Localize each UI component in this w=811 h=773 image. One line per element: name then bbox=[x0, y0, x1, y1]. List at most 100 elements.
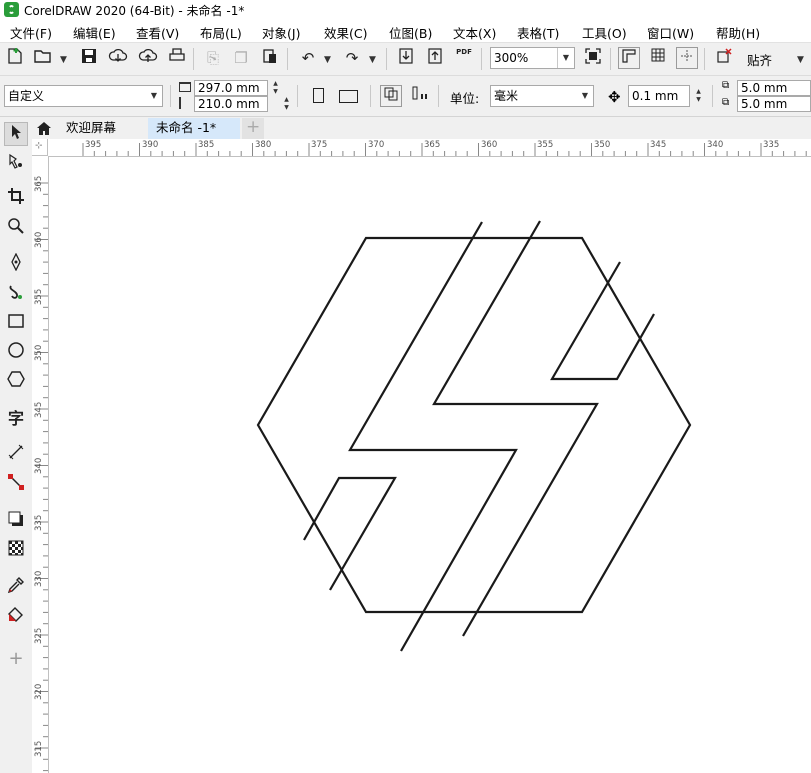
snap-off-icon[interactable] bbox=[713, 47, 735, 69]
paste-icon[interactable] bbox=[259, 47, 281, 69]
new-tab-plus-icon[interactable]: + bbox=[242, 118, 264, 139]
v-ruler-label: 330 bbox=[34, 570, 44, 587]
duplicate-distance-y-input[interactable]: 5.0 mm bbox=[737, 96, 811, 112]
home-icon[interactable] bbox=[34, 118, 56, 139]
page-height-input[interactable]: 210.0 mm bbox=[194, 96, 268, 112]
menu-table[interactable]: 表格(T) bbox=[517, 23, 559, 42]
freehand-tool-icon[interactable] bbox=[4, 252, 28, 277]
page-width-spinner-icon[interactable]: ▲ ▼ bbox=[269, 80, 282, 96]
menu-bitmaps[interactable]: 位图(B) bbox=[389, 23, 432, 42]
show-rulers-icon[interactable] bbox=[618, 47, 640, 69]
h-ruler-label: 380 bbox=[255, 140, 272, 150]
open-folder-icon[interactable] bbox=[32, 47, 54, 69]
vertical-ruler[interactable]: 365 360 355 350 345 340 335 330 325 320 … bbox=[32, 156, 49, 773]
toolbar-divider bbox=[386, 48, 387, 70]
crop-tool-icon[interactable] bbox=[4, 187, 28, 211]
shape-tool-icon[interactable] bbox=[4, 152, 28, 176]
s-shape-path[interactable] bbox=[432, 220, 599, 637]
all-pages-icon[interactable] bbox=[380, 85, 402, 107]
portrait-orientation-icon[interactable] bbox=[313, 88, 324, 103]
toolbox: 字 + bbox=[0, 117, 33, 773]
landscape-orientation-icon[interactable] bbox=[339, 90, 358, 103]
menu-edit[interactable]: 编辑(E) bbox=[73, 23, 116, 42]
connector-tool-icon[interactable] bbox=[4, 473, 28, 497]
tab-welcome-screen[interactable]: 欢迎屏幕 bbox=[58, 118, 146, 139]
show-guidelines-icon[interactable] bbox=[676, 47, 698, 69]
transparency-tool-icon[interactable] bbox=[4, 539, 28, 563]
pick-tool-icon[interactable] bbox=[4, 122, 28, 146]
color-eyedropper-tool-icon[interactable] bbox=[4, 576, 28, 600]
parallel-dimension-tool-icon[interactable] bbox=[4, 443, 28, 467]
copy-icon[interactable]: ❐ bbox=[230, 47, 252, 69]
menu-view[interactable]: 查看(V) bbox=[136, 23, 179, 42]
v-ruler-label: 340 bbox=[34, 457, 44, 474]
nudge-spinner-icon[interactable]: ▲ ▼ bbox=[692, 88, 705, 104]
nudge-distance-input[interactable]: 0.1 mm bbox=[628, 85, 690, 107]
save-icon[interactable] bbox=[78, 47, 100, 69]
new-document-icon[interactable] bbox=[4, 47, 26, 69]
print-icon[interactable] bbox=[166, 47, 188, 69]
import-icon[interactable] bbox=[395, 47, 417, 69]
units-label: 单位: bbox=[450, 91, 480, 106]
rectangle-tool-icon[interactable] bbox=[4, 312, 28, 336]
menu-tools[interactable]: 工具(O) bbox=[582, 23, 627, 42]
interactive-fill-tool-icon[interactable] bbox=[4, 606, 28, 630]
zoom-dropdown-chevron-icon[interactable]: ▼ bbox=[557, 48, 574, 68]
duplicate-distance-x-input[interactable]: 5.0 mm bbox=[737, 80, 811, 96]
full-screen-icon[interactable] bbox=[582, 47, 604, 69]
menu-layout[interactable]: 布局(L) bbox=[200, 23, 242, 42]
text-tool-icon[interactable]: 字 bbox=[4, 407, 28, 431]
drop-shadow-tool-icon[interactable] bbox=[4, 510, 28, 534]
publish-pdf-icon[interactable]: PDF bbox=[453, 47, 475, 69]
undo-dropdown-chevron-icon[interactable]: ▼ bbox=[324, 55, 331, 65]
artistic-media-tool-icon[interactable] bbox=[4, 283, 28, 307]
menu-object[interactable]: 对象(J) bbox=[262, 23, 300, 42]
undo-icon[interactable]: ↶ bbox=[297, 47, 319, 69]
zoom-level-value: 300% bbox=[494, 51, 529, 65]
page-preset-dropdown-chevron-icon[interactable]: ▼ bbox=[146, 86, 162, 106]
hexagon-outline[interactable] bbox=[256, 236, 692, 614]
drawing-canvas[interactable] bbox=[49, 157, 811, 773]
tab-untitled-document[interactable]: 未命名 -1* bbox=[148, 118, 240, 139]
export-icon[interactable] bbox=[424, 47, 446, 69]
menu-help[interactable]: 帮助(H) bbox=[716, 23, 760, 42]
page-height-spinner-icon[interactable]: ▲ ▼ bbox=[280, 96, 293, 112]
add-tool-plus-icon[interactable]: + bbox=[4, 647, 28, 671]
cut-icon[interactable]: ⎘ bbox=[202, 47, 224, 69]
ellipse-tool-icon[interactable] bbox=[4, 341, 28, 365]
toolbar-divider bbox=[610, 48, 611, 70]
horizontal-ruler[interactable]: 395 390 385 380 375 370 365 360 355 350 … bbox=[48, 139, 811, 157]
page-size-preset-select[interactable]: 自定义 ▼ bbox=[4, 85, 163, 107]
ruler-origin-corner[interactable]: ⊹ bbox=[32, 139, 48, 156]
zoom-tool-icon[interactable] bbox=[4, 217, 28, 241]
menu-window[interactable]: 窗口(W) bbox=[647, 23, 694, 42]
polygon-tool-icon[interactable] bbox=[4, 370, 28, 394]
menu-file[interactable]: 文件(F) bbox=[10, 23, 52, 42]
units-select[interactable]: 毫米 ▼ bbox=[490, 85, 594, 107]
h-ruler-label: 335 bbox=[763, 140, 780, 150]
snap-to-label[interactable]: 贴齐 bbox=[747, 50, 772, 69]
open-dropdown-chevron-icon[interactable]: ▼ bbox=[60, 55, 67, 65]
h-ruler-label: 375 bbox=[311, 140, 328, 150]
page-width-input[interactable]: 297.0 mm bbox=[194, 80, 268, 96]
accent-chevron-top[interactable] bbox=[550, 261, 655, 381]
cloud-download-icon[interactable] bbox=[107, 47, 129, 69]
window-title: CorelDRAW 2020 (64-Bit) - 未命名 -1* bbox=[24, 4, 245, 18]
zoom-level-select[interactable]: 300% ▼ bbox=[490, 47, 575, 69]
current-page-icon[interactable] bbox=[409, 85, 431, 107]
menu-text[interactable]: 文本(X) bbox=[453, 23, 496, 42]
units-value: 毫米 bbox=[494, 89, 519, 103]
drawing-artwork[interactable] bbox=[49, 157, 811, 773]
toolbar-divider bbox=[287, 48, 288, 70]
accent-chevron-bottom[interactable] bbox=[303, 476, 397, 591]
redo-icon[interactable]: ↷ bbox=[341, 47, 363, 69]
redo-dropdown-chevron-icon[interactable]: ▼ bbox=[369, 55, 376, 65]
cloud-upload-icon[interactable] bbox=[137, 47, 159, 69]
snap-dropdown-chevron-icon[interactable]: ▼ bbox=[797, 55, 804, 65]
h-ruler-label: 395 bbox=[85, 140, 102, 150]
h-ruler-label: 360 bbox=[481, 140, 498, 150]
page-size-preset-value: 自定义 bbox=[8, 89, 45, 103]
show-grid-icon[interactable] bbox=[647, 47, 669, 69]
units-dropdown-chevron-icon[interactable]: ▼ bbox=[577, 86, 593, 106]
menu-effects[interactable]: 效果(C) bbox=[324, 23, 367, 42]
